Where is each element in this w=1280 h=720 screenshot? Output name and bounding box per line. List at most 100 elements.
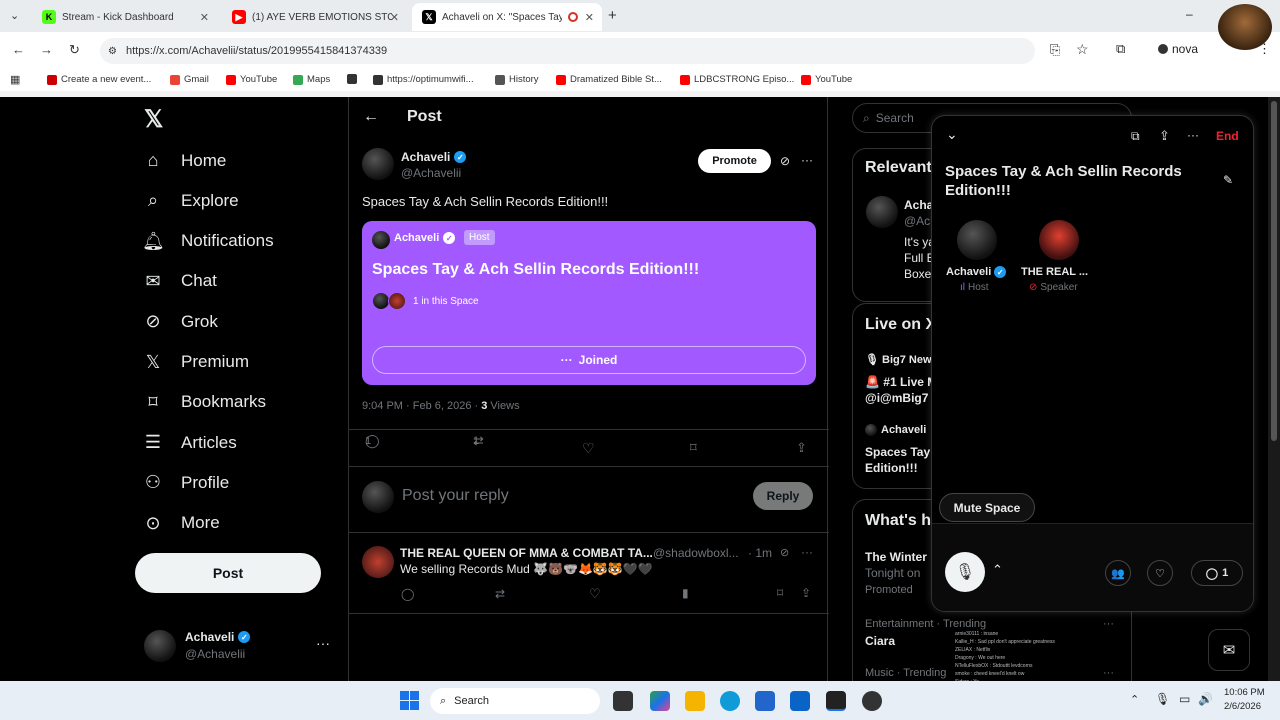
tray-chevron-icon[interactable]: ⌃ [1130, 693, 1139, 706]
nav-item-bookmarks[interactable]: ⌑ Bookmarks [142, 392, 266, 413]
analytics-icon[interactable]: ▮ [682, 586, 689, 600]
repost-icon[interactable]: ⇄ [495, 587, 505, 601]
volume-icon[interactable]: 🔊 [1198, 692, 1213, 706]
like-icon[interactable]: ♡ [589, 586, 601, 602]
more-icon[interactable]: ··· [801, 545, 813, 559]
author-handle[interactable]: @Achavelii [401, 166, 461, 180]
minimize-button[interactable]: – [1186, 7, 1193, 21]
bookmark-item[interactable]: History [495, 74, 539, 85]
nav-item-notifications[interactable]: 🔔︎ Notifications [142, 231, 274, 252]
outlook-icon[interactable] [790, 691, 810, 711]
participant-speaker[interactable]: THE REAL ... ⊘ Speaker [1021, 220, 1097, 294]
post-timestamp[interactable]: 9:04 PM · Feb 6, 2026 · [362, 400, 478, 412]
clock-date[interactable]: 2/6/2026 [1224, 701, 1261, 712]
live-item[interactable]: 🚨 #1 Live M [865, 375, 937, 389]
trend-item[interactable]: The Winter [865, 550, 927, 564]
post-button[interactable]: Post [135, 553, 321, 593]
avatar[interactable] [866, 196, 898, 228]
share-icon[interactable]: ⇪ [801, 586, 811, 600]
nav-item-chat[interactable]: ✉ Chat [142, 271, 216, 292]
new-tab-button[interactable]: + [608, 7, 617, 24]
author-avatar[interactable] [362, 148, 394, 180]
more-icon[interactable]: ··· [316, 635, 330, 651]
more-icon[interactable]: ··· [1103, 618, 1114, 630]
messages-drawer-button[interactable]: ✉ [1208, 629, 1250, 671]
reply-author[interactable]: THE REAL QUEEN OF MMA & COMBAT TA... [400, 546, 653, 560]
reply-icon[interactable]: ◯ [401, 587, 414, 601]
network-icon[interactable]: ▭ [1179, 692, 1190, 706]
scrollbar[interactable] [1268, 97, 1280, 681]
grok-icon[interactable]: ⊘ [780, 154, 790, 168]
forward-icon[interactable]: → [40, 42, 53, 57]
scrollbar-thumb[interactable] [1271, 101, 1277, 441]
x-logo-icon[interactable]: 𝕏 [144, 105, 163, 134]
task-view-icon[interactable] [613, 691, 633, 711]
mic-tray-icon[interactable]: 🎙 [1155, 692, 1170, 706]
more-icon[interactable]: ··· [1103, 667, 1114, 679]
bookmark-icon[interactable]: ⌑ [690, 440, 697, 456]
bookmark-item[interactable]: LDBCSTRONG Episo... [680, 74, 794, 85]
joined-button[interactable]: ··· Joined [372, 346, 806, 374]
clock-time[interactable]: 10:06 PM [1224, 687, 1265, 698]
bookmark-item[interactable]: https://optimumwifi... [373, 74, 474, 85]
nav-item-profile[interactable]: ⚇ Profile [142, 472, 229, 493]
tab-kick[interactable]: K Stream - Kick Dashboard ✕ [32, 3, 217, 31]
profile-chip[interactable]: nova [1158, 42, 1198, 56]
end-space-button[interactable]: End [1216, 129, 1239, 143]
account-switcher[interactable]: Achaveli ✓ @Achavelii ··· [144, 627, 344, 667]
like-icon[interactable]: ♡ [582, 440, 595, 457]
bookmark-item[interactable]: Dramatized Bible St... [556, 74, 662, 85]
site-info-icon[interactable]: ⚙ [108, 46, 117, 57]
extensions-icon[interactable]: ⧉ [1116, 41, 1125, 57]
person-name[interactable]: Acha [904, 198, 933, 212]
author-name[interactable]: Achaveli ✓ [401, 150, 467, 164]
chevron-up-icon[interactable]: ⌃ [992, 562, 1003, 578]
more-icon[interactable]: ··· [1187, 128, 1199, 142]
collapse-chevron-icon[interactable]: ⌄ [946, 126, 958, 143]
reload-icon[interactable]: ↻ [69, 42, 80, 58]
bookmark-item[interactable]: Create a new event... [47, 74, 151, 85]
edit-icon[interactable]: ✎ [1223, 173, 1233, 187]
reply-input[interactable]: Post your reply [402, 487, 509, 505]
nav-item-grok[interactable]: ⊘ Grok [142, 311, 217, 332]
nav-item-premium[interactable]: 𝕏 Premium [142, 352, 249, 373]
more-icon[interactable]: ··· [801, 153, 813, 167]
comments-button[interactable]: ◯ 1 [1191, 560, 1243, 586]
participant-host[interactable]: Achaveli ✓ ıl Host [946, 220, 1010, 294]
nav-item-explore[interactable]: ⌕ Explore [142, 190, 239, 211]
reply-button[interactable]: Reply [753, 482, 813, 510]
back-arrow-icon[interactable]: ← [363, 108, 379, 126]
bookmark-icon[interactable]: ⌑ [777, 586, 783, 600]
url-input[interactable]: ⚙ https://x.com/Achavelii/status/2019955… [100, 38, 1035, 64]
close-icon[interactable]: ✕ [200, 11, 209, 24]
grok-icon[interactable]: ⊘ [780, 546, 789, 559]
tab-youtube[interactable]: ▶ (1) AYE VERB EMOTIONS STOP ✕ [222, 3, 407, 31]
windows-start-icon[interactable] [400, 691, 419, 710]
tab-search-chevron-icon[interactable]: ⌄ [10, 9, 19, 22]
nav-item-more[interactable]: ⊙ More [142, 513, 219, 534]
close-icon[interactable]: ✕ [585, 11, 594, 24]
nav-item-articles[interactable]: ☰ Articles [142, 432, 237, 453]
tab-x-post[interactable]: 𝕏 Achaveli on X: "Spaces Tay ✕ [412, 3, 602, 31]
star-icon[interactable]: ☆ [1076, 41, 1089, 58]
apps-grid-icon[interactable]: ▦ [10, 73, 20, 86]
live-item[interactable]: 🎙 Big7 News [865, 353, 938, 366]
close-icon[interactable]: ✕ [390, 11, 399, 24]
profile-avatar[interactable] [1218, 4, 1272, 50]
reactions-button[interactable]: ♡ [1147, 560, 1173, 586]
obs-icon[interactable] [826, 691, 846, 711]
back-icon[interactable]: ← [12, 42, 25, 57]
reply-tweet[interactable]: THE REAL QUEEN OF MMA & COMBAT TA... @sh… [349, 534, 829, 614]
edge-icon[interactable] [720, 691, 740, 711]
taskbar-search[interactable]: ⌕ Search [430, 688, 600, 714]
nav-item-home[interactable]: ⌂ Home [142, 150, 227, 171]
promote-button[interactable]: Promote [698, 149, 771, 173]
live-item[interactable]: Achaveli [865, 424, 926, 436]
install-icon[interactable]: ⎘ [1050, 42, 1060, 58]
share-icon[interactable]: ⇪ [796, 440, 807, 456]
bookmark-item[interactable] [347, 74, 361, 84]
mute-space-button[interactable]: Mute Space [939, 493, 1035, 522]
bookmark-item[interactable]: Maps [293, 74, 330, 85]
bookmark-item[interactable]: YouTube [801, 74, 852, 85]
file-explorer-icon[interactable] [685, 691, 705, 711]
